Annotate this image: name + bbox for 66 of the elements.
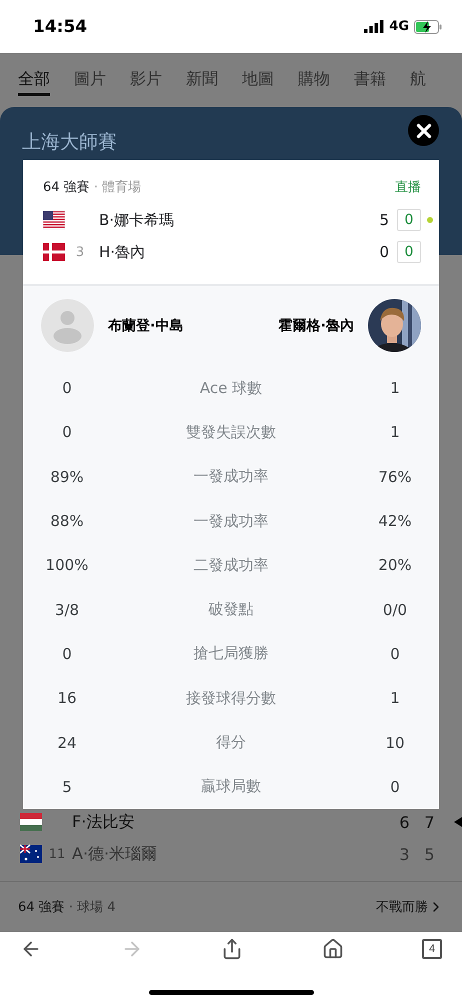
- stat-label: 贏球局數: [200, 777, 262, 796]
- tabs-button[interactable]: 4: [422, 939, 442, 959]
- stat-value: 88%: [49, 512, 85, 530]
- player-name: F·法比安: [72, 812, 136, 832]
- stat-value: 20%: [377, 556, 413, 574]
- stat-label: 得分: [215, 733, 247, 752]
- player-full-name: 布蘭登·中島: [108, 316, 184, 334]
- live-label: 直播: [395, 179, 421, 196]
- stat-label: Ace 球數: [198, 378, 264, 398]
- stat-value: 76%: [377, 468, 413, 486]
- set-score: 7: [423, 812, 436, 832]
- stat-value: 1: [389, 689, 401, 708]
- stat-value: 100%: [44, 556, 90, 574]
- set-score: 0: [379, 243, 389, 261]
- stat-value: 10: [384, 734, 406, 752]
- set-score: 5: [379, 211, 389, 229]
- stat-label: 一發成功率: [192, 467, 270, 486]
- set-score: 6: [398, 812, 411, 832]
- stat-label: 一發成功率: [192, 512, 270, 531]
- stat-value: 42%: [377, 512, 413, 530]
- category-tab[interactable]: 圖片: [74, 53, 106, 96]
- stat-label: 雙發失誤次數: [185, 422, 277, 442]
- stat-value: 3/8: [54, 600, 80, 619]
- category-tab[interactable]: 影片: [130, 53, 162, 96]
- share-button[interactable]: [221, 938, 243, 960]
- clock-time: 14:54: [33, 16, 88, 36]
- stat-label: 搶七局獲勝: [192, 644, 270, 664]
- network-label: 4G: [389, 19, 409, 34]
- stat-value: 1: [389, 423, 401, 442]
- stat-value: 24: [56, 734, 78, 752]
- stat-value: 5: [61, 778, 73, 796]
- player-name: A·德·米瑙爾: [72, 844, 158, 864]
- stat-value: 16: [56, 689, 78, 708]
- player-name: H·魯內: [98, 242, 146, 262]
- category-tab[interactable]: 全部: [18, 53, 50, 96]
- tournament-title: 上海大師賽: [22, 130, 117, 155]
- stat-label: 二發成功率: [192, 556, 270, 575]
- stat-value: 0/0: [382, 600, 408, 619]
- set-score: 3: [398, 844, 411, 864]
- game-score: 0: [397, 241, 421, 263]
- seed-number: 3: [74, 244, 86, 260]
- player-full-name: 霍爾格·魯內: [278, 316, 354, 334]
- player-name: B·娜卡希瑪: [98, 210, 176, 230]
- category-tab[interactable]: 航: [410, 53, 426, 96]
- home-button[interactable]: [322, 938, 344, 960]
- stat-value: 0: [61, 423, 73, 442]
- match-round: 64 強賽 · 體育場: [43, 178, 142, 196]
- stat-label: 接發球得分數: [185, 688, 277, 708]
- stat-value: 0: [61, 379, 73, 398]
- stat-value: 1: [389, 379, 401, 398]
- match-status-link[interactable]: 不戰而勝: [376, 898, 428, 916]
- stat-value: 0: [61, 644, 73, 663]
- set-score: 5: [423, 844, 436, 864]
- stat-label: 破發點: [208, 600, 254, 620]
- battery-charging-icon: [414, 20, 442, 34]
- category-tab[interactable]: 新聞: [186, 53, 218, 96]
- category-tab[interactable]: 書籍: [354, 53, 386, 96]
- game-score: 0: [397, 209, 421, 231]
- stat-value: 0: [389, 644, 401, 663]
- signal-icon: [364, 20, 384, 33]
- match-round: 64 強賽 · 球場 4: [18, 899, 116, 916]
- category-tab[interactable]: 購物: [298, 53, 330, 96]
- category-tab[interactable]: 地圖: [242, 53, 274, 96]
- seed-number: 11: [48, 846, 66, 862]
- stat-value: 0: [389, 778, 401, 796]
- stat-value: 89%: [49, 468, 85, 486]
